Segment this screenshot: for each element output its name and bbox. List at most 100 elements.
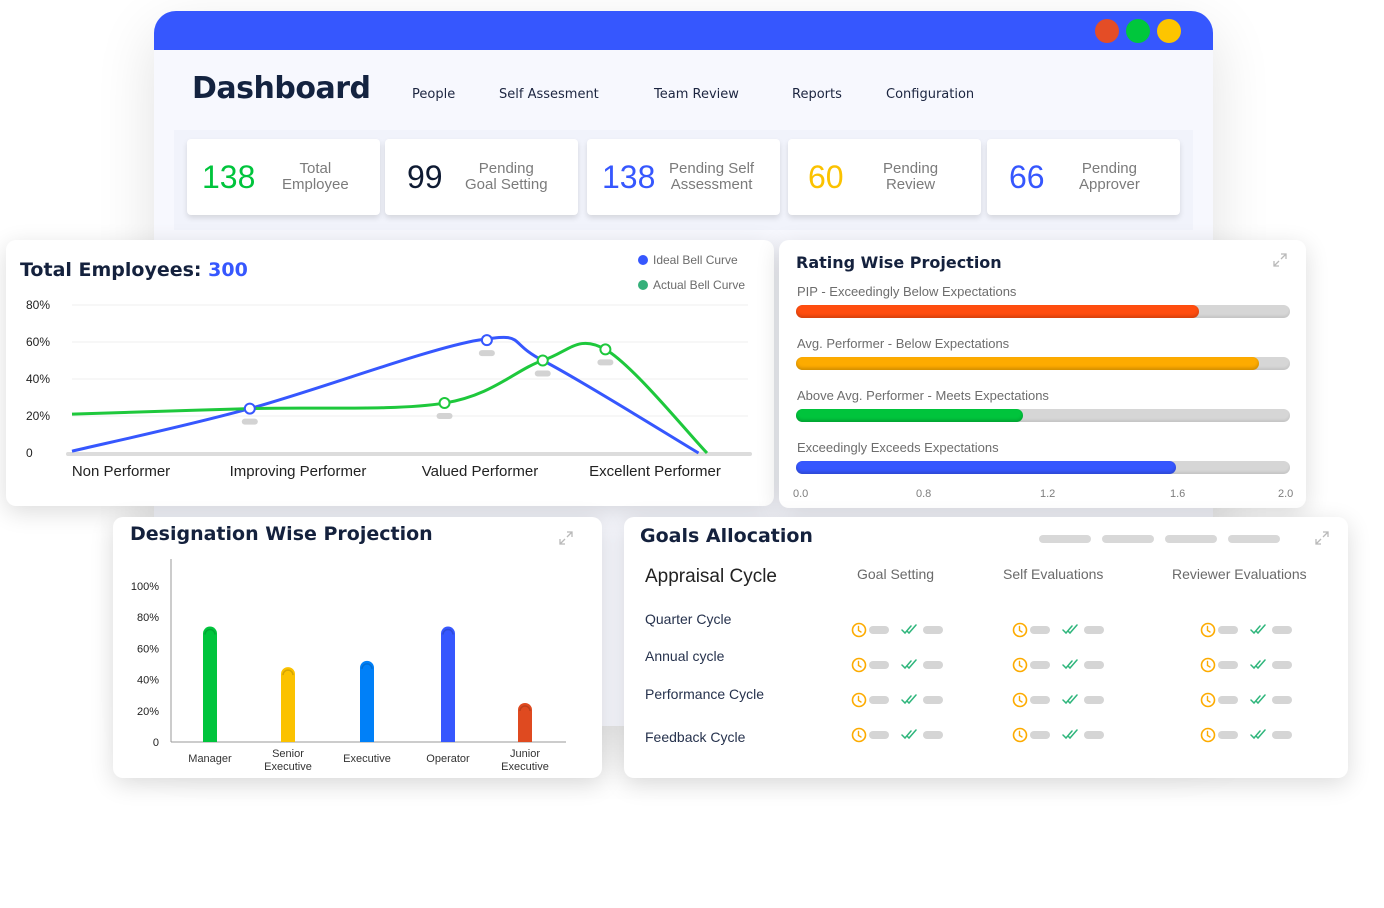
status-cell[interactable] xyxy=(1200,622,1292,638)
maximize-window-button[interactable] xyxy=(1157,19,1181,43)
x-tick-label: Junior xyxy=(510,748,540,760)
stat-label-line: Review xyxy=(885,176,936,193)
stat-label-line: Total xyxy=(299,160,332,177)
stat-label-line: Pending xyxy=(478,160,534,177)
pending-count-placeholder xyxy=(869,626,889,634)
close-window-button[interactable] xyxy=(1095,19,1119,43)
rating-bar-fill[interactable] xyxy=(796,305,1199,318)
double-check-icon xyxy=(901,694,917,705)
y-tick-label: 60% xyxy=(137,643,159,655)
nav-self-assesment[interactable]: Self Assesment xyxy=(499,87,599,102)
goal-row-label[interactable]: Quarter Cycle xyxy=(645,611,731,627)
double-check-icon xyxy=(1062,624,1078,635)
y-tick-label: 40% xyxy=(137,675,159,687)
y-tick-label: 0 xyxy=(153,737,159,749)
x-tick-label: Executive xyxy=(501,761,549,773)
nav-reports[interactable]: Reports xyxy=(792,87,842,102)
y-tick-label: 80% xyxy=(26,298,50,312)
x-tick-label: 1.6 xyxy=(1170,488,1186,500)
designation-bar[interactable] xyxy=(360,660,374,742)
status-cell[interactable] xyxy=(1200,727,1292,743)
stat-value: 60 xyxy=(808,158,844,195)
legend-swatch xyxy=(638,255,648,265)
expand-icon[interactable] xyxy=(1272,252,1288,268)
rating-bar-fill[interactable] xyxy=(796,409,1024,422)
status-cell[interactable] xyxy=(1200,657,1292,673)
status-cell[interactable] xyxy=(851,622,943,638)
stat-card[interactable]: 138 Pending Self Assessment xyxy=(587,139,780,215)
stat-label-line: Approver xyxy=(1079,176,1140,193)
clock-icon xyxy=(1012,657,1028,673)
rating-bar-fill[interactable] xyxy=(796,461,1177,474)
legend-swatch xyxy=(638,280,648,290)
stat-card[interactable]: 60 Pending Review xyxy=(788,139,981,215)
designation-projection-card: Designation Wise Projection 0 20% 40% 60% 80… xyxy=(113,517,602,778)
bar-senior-executive[interactable] xyxy=(281,667,295,742)
x-tick-label: Executive xyxy=(343,753,391,765)
status-cell[interactable] xyxy=(1012,692,1104,708)
goal-row-label[interactable]: Performance Cycle xyxy=(645,686,764,702)
value-placeholder xyxy=(478,350,495,357)
clock-icon xyxy=(851,692,867,708)
done-count-placeholder xyxy=(1084,626,1104,634)
stat-card[interactable]: 138 Total Employee xyxy=(187,139,380,215)
legend-label: Actual Bell Curve xyxy=(653,278,745,292)
designation-bar[interactable] xyxy=(281,667,295,742)
nav-configuration[interactable]: Configuration xyxy=(886,87,974,102)
rating-bar-track xyxy=(796,461,1290,474)
stat-card[interactable]: 66 Pending Approver xyxy=(987,139,1180,215)
double-check-icon xyxy=(1062,729,1078,740)
status-cell[interactable] xyxy=(1200,692,1292,708)
stat-value: 99 xyxy=(407,158,443,195)
bar-executive[interactable] xyxy=(360,660,374,742)
y-tick-label: 60% xyxy=(26,335,50,349)
stat-card[interactable]: 99 Pending Goal Setting xyxy=(385,139,578,215)
double-check-icon xyxy=(1250,659,1266,670)
pending-count-placeholder xyxy=(1030,696,1050,704)
clock-icon xyxy=(1200,727,1216,743)
x-tick-label: Valued Performer xyxy=(422,463,538,480)
stat-label-line: Pending xyxy=(883,160,939,177)
data-point[interactable] xyxy=(599,343,612,356)
y-tick-label: 80% xyxy=(137,612,159,624)
bell-curve-chart: 0 20% 40% 60% 80% Non Performer Improving Perf… xyxy=(26,253,752,480)
designation-bar[interactable] xyxy=(518,703,532,742)
skeleton-pill xyxy=(1102,535,1154,543)
status-cell[interactable] xyxy=(851,692,943,708)
status-cell[interactable] xyxy=(851,727,943,743)
data-point[interactable] xyxy=(243,402,256,415)
done-count-placeholder xyxy=(1084,696,1104,704)
expand-icon[interactable] xyxy=(1314,530,1330,546)
double-check-icon xyxy=(901,659,917,670)
status-cell[interactable] xyxy=(851,657,943,673)
goal-row-label[interactable]: Annual cycle xyxy=(645,648,724,664)
data-point[interactable] xyxy=(438,397,451,410)
double-check-icon xyxy=(901,729,917,740)
appraisal-cycle-header: Appraisal Cycle xyxy=(645,566,777,587)
x-tick-label: 2.0 xyxy=(1278,488,1294,500)
clock-icon xyxy=(851,727,867,743)
minimize-window-button[interactable] xyxy=(1126,19,1150,43)
data-point[interactable] xyxy=(536,354,549,367)
designation-bar[interactable] xyxy=(203,626,217,742)
done-count-placeholder xyxy=(923,731,943,739)
done-count-placeholder xyxy=(1084,661,1104,669)
nav-team-review[interactable]: Team Review xyxy=(654,87,739,102)
goal-row-label[interactable]: Feedback Cycle xyxy=(645,729,745,745)
bar-manager[interactable] xyxy=(203,626,217,742)
designation-bar[interactable] xyxy=(441,626,455,742)
done-count-placeholder xyxy=(1272,661,1292,669)
bar-operator[interactable] xyxy=(441,626,455,742)
x-tick-label: Non Performer xyxy=(72,463,170,480)
stat-value: 66 xyxy=(1009,158,1045,195)
status-cell[interactable] xyxy=(1012,657,1104,673)
status-cell[interactable] xyxy=(1012,727,1104,743)
double-check-icon xyxy=(1250,694,1266,705)
status-cell[interactable] xyxy=(1012,622,1104,638)
value-placeholder xyxy=(534,370,551,377)
rating-bar-fill[interactable] xyxy=(796,357,1260,370)
stat-label-line: Pending xyxy=(1081,160,1137,177)
data-point[interactable] xyxy=(480,334,493,347)
nav-people[interactable]: People xyxy=(412,87,455,102)
stat-value: 138 xyxy=(602,158,656,195)
